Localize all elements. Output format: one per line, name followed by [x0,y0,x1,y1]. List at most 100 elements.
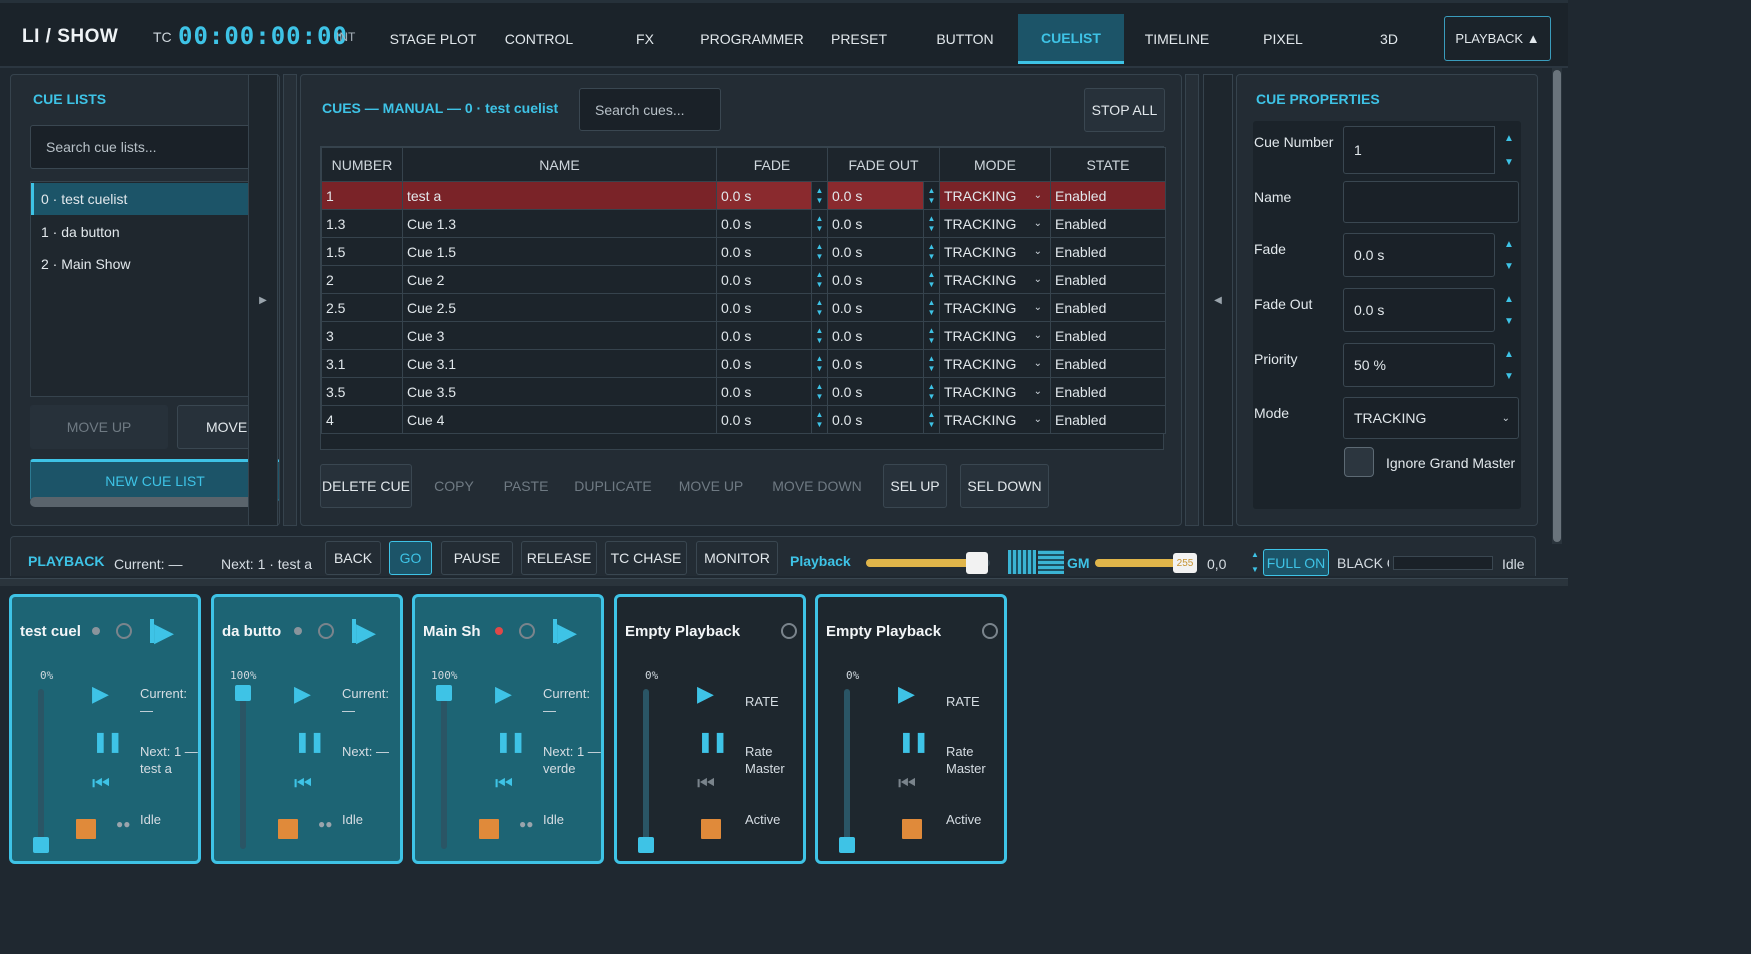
dock-splitter[interactable] [0,578,1568,586]
table-row[interactable]: 1.3 Cue 1.3 0.0 s ▲ ▼ 0.0 s ▲ ▼ TRACKING ⌄ Enabled [321,209,1166,238]
rate-stepper[interactable]: ▲ ▼ [1249,550,1261,574]
fader-knob[interactable] [33,837,49,853]
cue-name-cell[interactable]: Cue 3.1 [402,349,717,378]
collapse-left-handle[interactable]: ▶ [248,74,278,526]
pause-icon[interactable]: ❚❚ [495,729,526,754]
grid-alt-icon[interactable] [1038,550,1064,574]
play-icon[interactable]: ▶ [697,681,714,707]
tab-preset[interactable]: PRESET [806,14,912,64]
col-state[interactable]: STATE [1050,147,1166,182]
cue-number-cell[interactable]: 1 [321,181,403,210]
table-row[interactable]: 1 test a 0.0 s ▲ ▼ 0.0 s ▲ ▼ TRACKING ⌄ Enabled [321,181,1166,210]
col-fade[interactable]: FADE [716,147,828,182]
cue-fade-out-field[interactable]: 0.0 s ▲ ▼ [827,181,940,210]
pause-icon[interactable]: ❚❚ [697,729,728,754]
fade-out-stepper[interactable]: ▲ ▼ [1497,288,1521,332]
cue-fade-field[interactable]: 0.0 s ▲ ▼ [716,405,828,434]
priority-input[interactable]: 50 % [1343,343,1495,387]
fade-stepper-icon[interactable]: ▲ ▼ [811,266,827,293]
pause-icon[interactable]: ❚❚ [898,729,929,754]
skip-back-icon[interactable]: ⏮ [898,773,916,796]
collapse-right-handle[interactable]: ◀ [1203,74,1233,526]
cue-list-item-2[interactable]: 2 · Main Show [31,248,249,280]
fade-stepper-icon[interactable]: ▲ ▼ [811,182,827,209]
cue-fade-field[interactable]: 0.0 s ▲ ▼ [716,237,828,266]
tab-programmer[interactable]: PROGRAMMER [698,14,806,64]
tab-control[interactable]: CONTROL [486,14,592,64]
cue-mode-select[interactable]: TRACKING ⌄ [939,321,1051,350]
cue-mode-select[interactable]: TRACKING ⌄ [939,181,1051,210]
fade-out-stepper-icon[interactable]: ▲ ▼ [923,378,939,405]
fade-stepper-icon[interactable]: ▲ ▼ [811,322,827,349]
mode-select[interactable]: TRACKING ⌄ [1343,397,1519,439]
cue-fade-out-field[interactable]: 0.0 s ▲ ▼ [827,405,940,434]
fader-knob[interactable] [839,837,855,853]
new-cue-list-button[interactable]: NEW CUE LIST [30,459,279,501]
right-splitter[interactable] [1185,74,1199,526]
playback-slider-thumb[interactable] [965,552,988,574]
fader-track[interactable] [441,689,447,849]
cue-number-cell[interactable]: 4 [321,405,403,434]
tab-3d[interactable]: 3D [1336,14,1442,64]
cue-mode-select[interactable]: TRACKING ⌄ [939,377,1051,406]
cue-fade-field[interactable]: 0.0 s ▲ ▼ [716,209,828,238]
cue-name-cell[interactable]: Cue 2 [402,265,717,294]
cue-fade-out-field[interactable]: 0.0 s ▲ ▼ [827,209,940,238]
back-button[interactable]: BACK [325,541,381,575]
stop-icon[interactable] [479,819,499,839]
cue-fade-out-field[interactable]: 0.0 s ▲ ▼ [827,265,940,294]
pause-icon[interactable]: ❚❚ [294,729,325,754]
tab-stage-plot[interactable]: STAGE PLOT [380,14,486,64]
fade-out-stepper-icon[interactable]: ▲ ▼ [923,238,939,265]
go-icon[interactable]: ▶ [557,617,577,648]
cue-name-cell[interactable]: Cue 3.5 [402,377,717,406]
pause-icon[interactable]: ❚❚ [92,729,123,754]
play-icon[interactable]: ▶ [495,681,512,707]
cue-name-cell[interactable]: Cue 2.5 [402,293,717,322]
tab-cuelist[interactable]: CUELIST [1018,14,1124,64]
cue-number-cell[interactable]: 2.5 [321,293,403,322]
playback-fader-card[interactable]: Main Sh ▶ 100% ▶ ❚❚ ⏮ Current: — Next: 1… [412,594,604,864]
horizontal-scrollbar[interactable] [30,497,270,507]
cue-list-item-0[interactable]: 0 · test cuelist [31,183,249,215]
tab-button[interactable]: BUTTON [912,14,1018,64]
blackout-button[interactable]: BLACK O [1331,549,1389,576]
mask-icon[interactable]: ●● [519,817,534,831]
fader-track[interactable] [643,689,649,849]
fade-stepper[interactable]: ▲ ▼ [1497,233,1521,277]
pause-button[interactable]: PAUSE [441,541,513,575]
duplicate-cue-button[interactable]: DUPLICATE [569,464,657,508]
move-down-cue-button[interactable]: MOVE DOWN [763,464,871,508]
fader-track[interactable] [844,689,850,849]
select-radio-icon[interactable] [781,623,797,639]
cue-number-cell[interactable]: 3.5 [321,377,403,406]
go-icon[interactable]: ▶ [154,617,174,648]
table-row[interactable]: 1.5 Cue 1.5 0.0 s ▲ ▼ 0.0 s ▲ ▼ TRACKING ⌄ Enabled [321,237,1166,266]
skip-back-icon[interactable]: ⏮ [294,773,312,796]
cue-lists-search-input[interactable]: Search cue lists... [30,125,270,169]
fader-track[interactable] [240,689,246,849]
fade-out-stepper-icon[interactable]: ▲ ▼ [923,294,939,321]
stop-icon[interactable] [76,819,96,839]
table-row[interactable]: 2.5 Cue 2.5 0.0 s ▲ ▼ 0.0 s ▲ ▼ TRACKING ⌄ Enabled [321,293,1166,322]
cue-fade-field[interactable]: 0.0 s ▲ ▼ [716,349,828,378]
skip-back-icon[interactable]: ⏮ [697,773,715,796]
cue-fade-field[interactable]: 0.0 s ▲ ▼ [716,321,828,350]
playback-fader-card[interactable]: da butto ▶ 100% ▶ ❚❚ ⏮ Current: — Next: … [211,594,403,864]
play-icon[interactable]: ▶ [92,681,109,707]
fade-input[interactable]: 0.0 s [1343,233,1495,277]
stop-icon[interactable] [701,819,721,839]
playback-slider[interactable] [866,552,990,574]
priority-stepper[interactable]: ▲ ▼ [1497,343,1521,387]
cue-name-cell[interactable]: Cue 3 [402,321,717,350]
stop-icon[interactable] [902,819,922,839]
cue-name-cell[interactable]: Cue 1.5 [402,237,717,266]
tab-fx[interactable]: FX [592,14,698,64]
cue-fade-field[interactable]: 0.0 s ▲ ▼ [716,181,828,210]
cue-mode-select[interactable]: TRACKING ⌄ [939,405,1051,434]
cue-number-cell[interactable]: 1.3 [321,209,403,238]
table-row[interactable]: 4 Cue 4 0.0 s ▲ ▼ 0.0 s ▲ ▼ TRACKING ⌄ Enabled [321,405,1166,434]
cue-mode-select[interactable]: TRACKING ⌄ [939,237,1051,266]
go-button[interactable]: GO [389,541,432,575]
cue-name-cell[interactable]: Cue 4 [402,405,717,434]
